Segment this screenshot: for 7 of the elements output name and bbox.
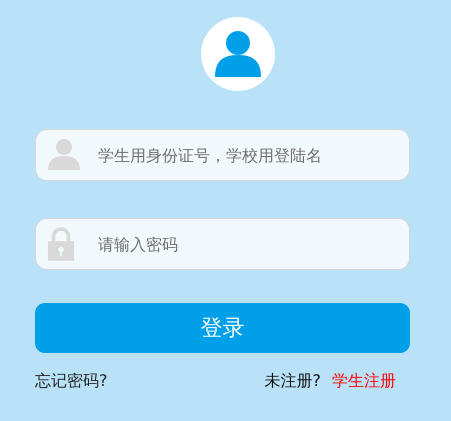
login-button[interactable]: 登录 <box>35 303 410 353</box>
forgot-password-link[interactable]: 忘记密码? <box>35 371 108 392</box>
username-field[interactable]: 学生用身份证号，学校用登陆名 <box>35 129 410 181</box>
avatar-icon <box>200 17 274 91</box>
password-field[interactable]: 请输入密码 <box>35 218 410 270</box>
register-link[interactable]: 学生注册 <box>332 371 396 390</box>
register-prompt: 未注册? <box>264 371 321 390</box>
